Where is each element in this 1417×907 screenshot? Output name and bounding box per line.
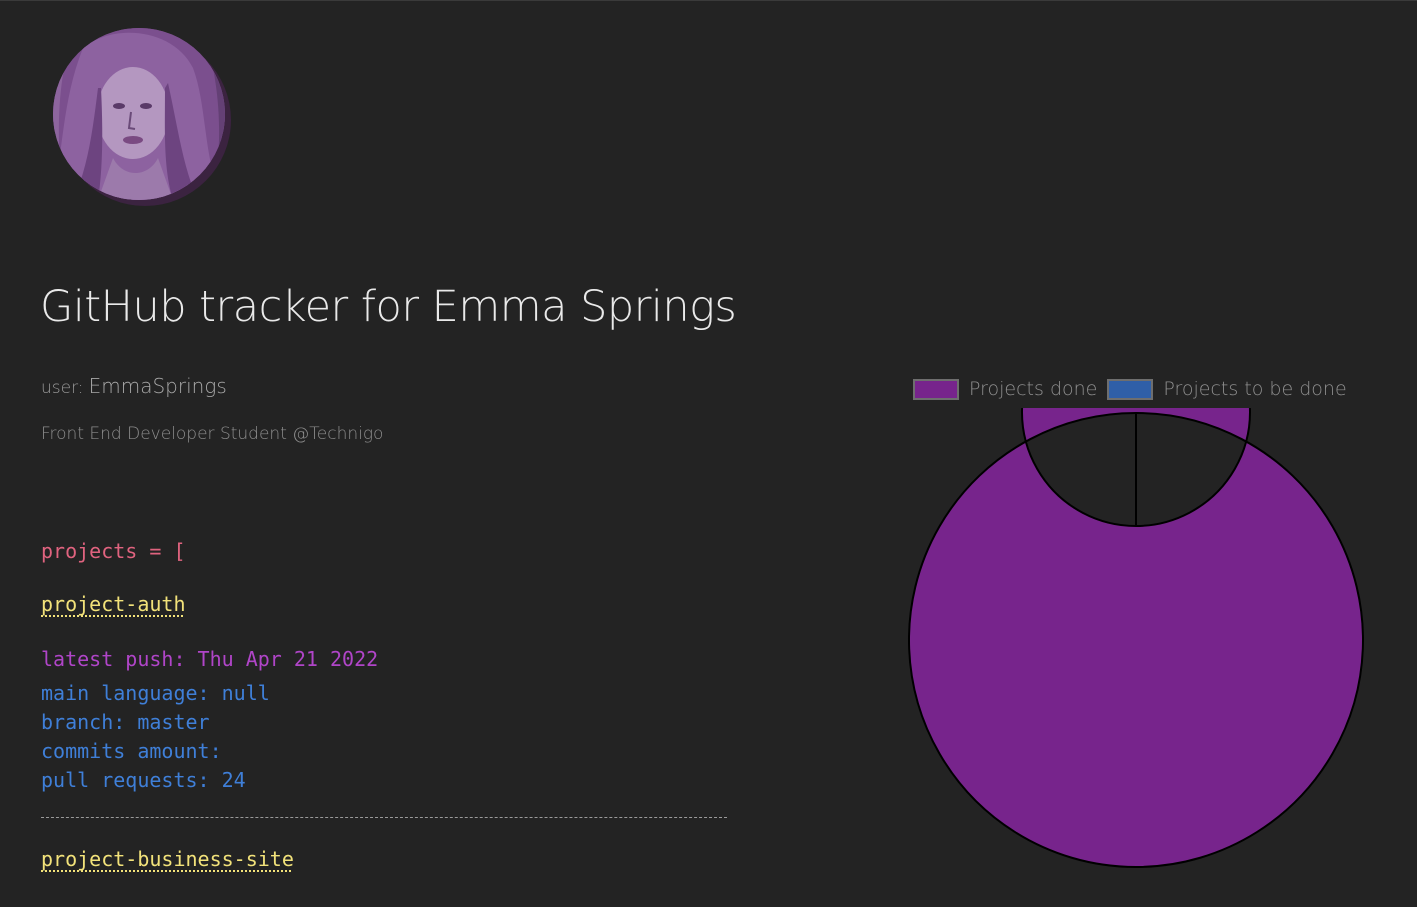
legend-label-todo: Projects to be done bbox=[1163, 378, 1347, 400]
profile-photo bbox=[53, 28, 225, 200]
project-card: project-business-site bbox=[41, 847, 727, 874]
username-line: user: EmmaSprings bbox=[41, 374, 227, 398]
legend-item-todo[interactable]: Projects to be done bbox=[1107, 378, 1347, 400]
legend-swatch-todo bbox=[1107, 378, 1154, 400]
avatar bbox=[53, 28, 231, 206]
project-commits: commits amount: bbox=[41, 739, 222, 763]
legend-item-done[interactable]: Projects done bbox=[913, 378, 1097, 400]
legend-label-done: Projects done bbox=[969, 378, 1098, 400]
project-main-language: main language: null bbox=[41, 681, 270, 705]
project-pull-requests: pull requests: 24 bbox=[41, 768, 246, 792]
projects-header: projects = [ bbox=[41, 539, 186, 563]
username-label: user: bbox=[41, 378, 84, 398]
project-link[interactable]: project-auth bbox=[41, 592, 186, 616]
project-branch: branch: master bbox=[41, 710, 210, 734]
user-bio: Front End Developer Student @Technigo bbox=[41, 424, 384, 444]
top-border bbox=[0, 0, 1417, 1]
username-value: EmmaSprings bbox=[88, 374, 227, 398]
project-card: project-auth latest push: Thu Apr 21 202… bbox=[41, 592, 727, 795]
chart-legend: Projects done Projects to be done bbox=[913, 376, 1357, 402]
project-link[interactable]: project-business-site bbox=[41, 847, 294, 871]
chart-slices bbox=[908, 408, 1364, 868]
avatar-image bbox=[53, 28, 225, 200]
legend-swatch-done bbox=[913, 378, 959, 400]
doughnut-chart bbox=[908, 408, 1364, 868]
project-divider bbox=[41, 817, 727, 818]
project-latest-push: latest push: Thu Apr 21 2022 bbox=[41, 647, 379, 671]
page-title: GitHub tracker for Emma Springs bbox=[40, 282, 737, 332]
